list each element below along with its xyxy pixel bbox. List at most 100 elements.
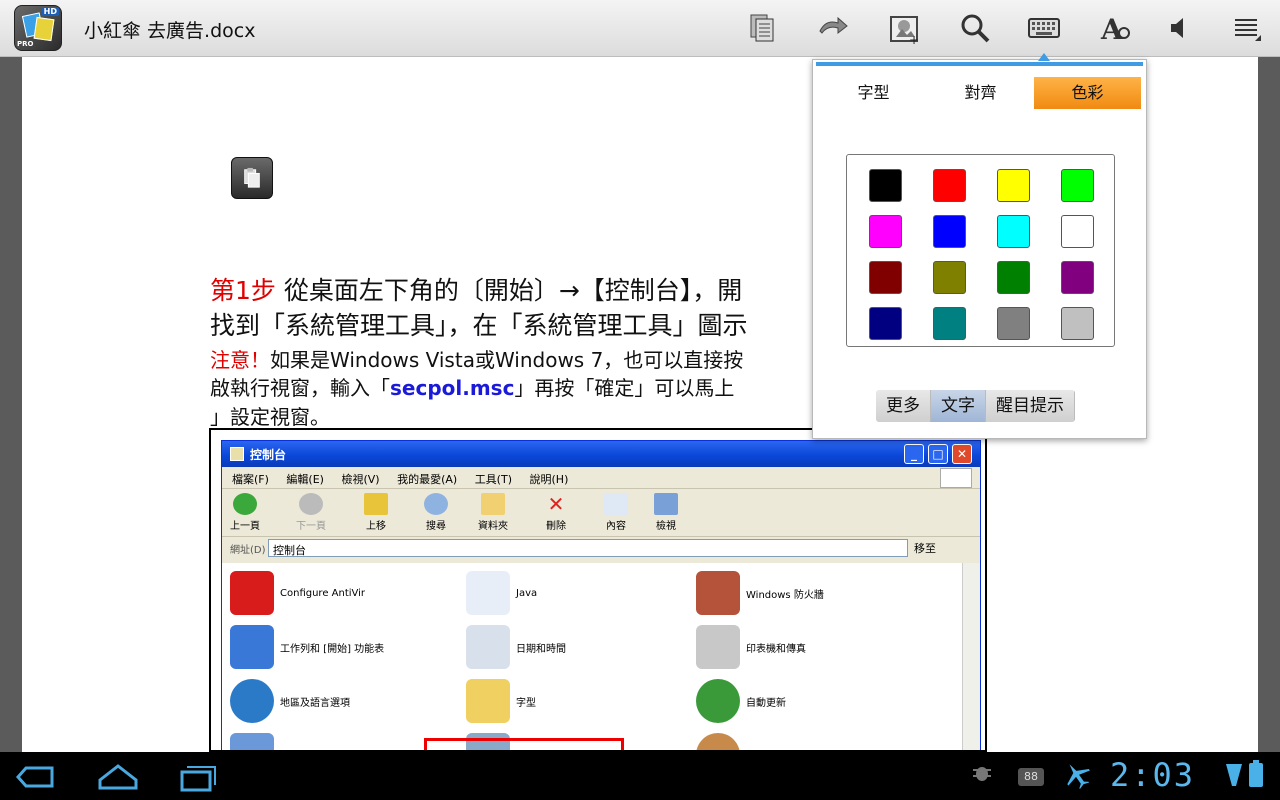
cp-item-firewall: Windows 防火牆 [696,571,824,615]
doc-line-4: 啟執行視窗，輸入「secpol.msc」再按「確定」可以馬上 [210,372,734,401]
back-button[interactable] [14,760,58,794]
partial-item-icon [230,733,274,750]
xp-tool-folders: 資料夾 [478,493,508,532]
xp-toolbar: 上一頁 下一頁 上移 搜尋 資料夾 ✕ 刪除 內容 檢視 [222,489,980,537]
color-swatch-magenta[interactable] [869,215,902,248]
color-swatch-navy[interactable] [869,307,902,340]
doc-line-2: 找到「系統管理工具」，在「系統管理工具」圖示 [210,311,748,340]
recent-apps-button[interactable] [176,760,220,794]
format-popup: 字型 對齊 色彩 更多 文字 醒目提示 [812,53,1147,439]
cp-item-taskbar: 工作列和 [開始] 功能表 [230,625,384,669]
line4-post: 」再按「確定」可以馬上 [514,376,735,400]
xp-tool-delete: ✕ 刪除 [546,492,566,532]
command-text: secpol.msc [390,376,515,400]
highlight-color-button[interactable]: 醒目提示 [986,390,1075,422]
color-swatch-white[interactable] [1061,215,1094,248]
xp-menu-help: 說明(H) [529,473,569,486]
magnifier-icon [424,493,448,515]
xp-tool-forward: 下一頁 [296,493,326,532]
cp-item-datetime: 日期和時間 [466,625,566,669]
menu-icon[interactable] [1226,9,1266,47]
xp-tool-back: 上一頁 [230,493,260,532]
folder-up-icon [364,493,388,515]
doc-line-3: 注意！如果是Windows Vista或Windows 7，也可以直接按 [210,344,743,373]
home-icon [98,764,138,790]
popup-accent-line [816,62,1143,66]
doc-line-1: 第1步 從桌面左下角的〔開始〕→【控制台】，開 [210,271,742,307]
color-swatch-red[interactable] [933,169,966,202]
cp-item-regional: 地區及語言選項 [230,679,350,723]
tab-font[interactable]: 字型 [820,77,927,109]
xp-menu-file: 檔案(F) [232,473,269,486]
windows-update-icon [696,679,740,723]
undo-icon[interactable] [813,9,853,47]
java-icon [466,571,510,615]
logo-square-yellow [33,16,55,42]
font-format-icon[interactable]: A [1095,9,1135,47]
fonts-folder-icon [466,679,510,723]
color-swatch-purple[interactable] [1061,261,1094,294]
color-swatch-silver[interactable] [1061,307,1094,340]
color-swatch-gray[interactable] [997,307,1030,340]
debug-icon [970,760,994,788]
folders-icon [481,493,505,515]
line3-text: 如果是Windows Vista或Windows 7，也可以直接按 [270,348,744,372]
color-swatch-blue[interactable] [933,215,966,248]
xp-tool-properties: 內容 [604,493,628,532]
xp-scrollbar [962,563,980,750]
forward-arrow-icon [299,493,323,515]
highlight-box [424,738,624,750]
xp-address-bar: 網址(D) 控制台 移至 [222,537,980,559]
cp-item-update: 自動更新 [696,679,786,723]
embedded-screenshot[interactable]: 控制台 _ □ ✕ 檔案(F) 編輯(E) 檢視(V) 我的最愛(A) 工具(T… [209,428,987,752]
color-target-selector: 更多 文字 醒目提示 [876,390,1075,422]
delete-x-icon: ✕ [547,492,565,516]
antivir-icon [230,571,274,615]
keyboard-icon[interactable] [1024,9,1064,47]
step-label: 第1步 [210,276,276,305]
color-swatch-maroon[interactable] [869,261,902,294]
insert-image-icon[interactable]: + [884,9,924,47]
color-swatch-olive[interactable] [933,261,966,294]
control-panel-items: Configure AntiVir Java Windows 防火牆 工作列和 … [222,563,962,750]
cp-item-fonts: 字型 [466,679,536,723]
color-swatch-yellow[interactable] [997,169,1030,202]
airplane-icon [1062,760,1092,794]
text-color-button[interactable]: 文字 [931,390,986,422]
line4-pre: 啟執行視窗，輸入「 [210,376,390,400]
cp-item-partial-1 [230,733,280,750]
address-field: 控制台 [268,539,908,557]
color-swatch-green[interactable] [997,261,1030,294]
xp-menu-edit: 編輯(E) [286,473,324,486]
paste-icon[interactable] [231,157,273,199]
tab-color[interactable]: 色彩 [1034,77,1141,109]
search-icon[interactable] [955,9,995,47]
home-button[interactable] [96,760,140,794]
view-mode-icon[interactable] [742,9,782,47]
speaker-icon[interactable] [1160,9,1200,47]
color-swatch-cyan[interactable] [997,215,1030,248]
app-bar: HD PRO 小紅傘 去廣告.docx + A [0,0,1280,57]
color-swatch-black[interactable] [869,169,902,202]
firewall-icon [696,571,740,615]
back-arrow-icon [15,766,54,788]
printer-icon [696,625,740,669]
xp-menu-favorites: 我的最愛(A) [397,473,458,486]
globe-icon [230,679,274,723]
note-label: 注意！ [210,348,270,372]
close-icon: ✕ [952,444,972,464]
color-swatch-teal[interactable] [933,307,966,340]
cp-item-antivir: Configure AntiVir [230,571,365,615]
cp-item-java: Java [466,571,537,615]
properties-icon [604,493,628,515]
minimize-icon: _ [904,444,924,464]
more-colors-button[interactable]: 更多 [876,390,931,422]
clock-icon [466,625,510,669]
app-logo-icon[interactable]: HD PRO [14,5,62,51]
color-palette [846,154,1115,347]
xp-tool-views: 檢視 [654,493,678,532]
color-swatch-lime[interactable] [1061,169,1094,202]
line1-text: 從桌面左下角的〔開始〕→【控制台】，開 [275,276,743,305]
tab-alignment[interactable]: 對齊 [927,77,1034,109]
xp-menu-bar: 檔案(F) 編輯(E) 檢視(V) 我的最愛(A) 工具(T) 說明(H) [222,467,980,489]
